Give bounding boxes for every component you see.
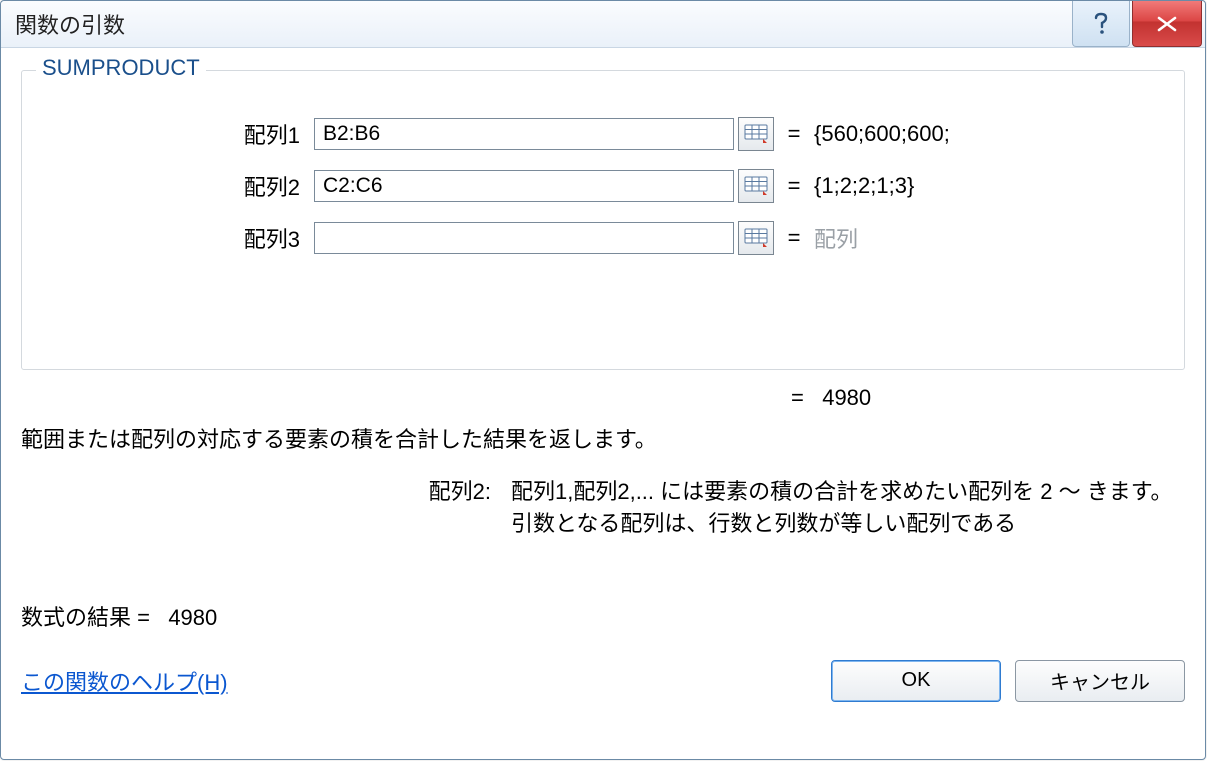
argument-row: 配列1 = {560;600;60 (50, 111, 1156, 157)
range-picker-icon (744, 176, 768, 196)
cancel-button[interactable]: キャンセル (1015, 660, 1185, 702)
titlebar-buttons (1072, 1, 1205, 47)
argument-preview: 配列 (814, 222, 858, 254)
argument-label: 配列3 (50, 222, 314, 254)
intermediate-result-value: 4980 (822, 385, 871, 410)
argument-input-wrap (314, 221, 774, 255)
argument-preview: {1;2;2;1;3} (814, 173, 914, 199)
formula-result: 数式の結果 = 4980 (21, 600, 1185, 632)
argument-preview: {560;600;600; (814, 121, 950, 147)
argument-input-2[interactable] (314, 170, 734, 202)
argument-input-wrap (314, 169, 774, 203)
function-help-link[interactable]: この関数のヘルプ(H) (21, 665, 228, 697)
close-button[interactable] (1132, 1, 1202, 47)
argument-row: 配列3 = 配列 (50, 215, 1156, 261)
argument-input-1[interactable] (314, 118, 734, 150)
equals-symbol: = (774, 121, 814, 147)
intermediate-result: = 4980 (21, 385, 871, 411)
argument-input-3[interactable] (314, 222, 734, 254)
arguments-groupbox: SUMPRODUCT 配列1 (21, 70, 1185, 370)
range-picker-button[interactable] (738, 221, 774, 255)
help-icon (1091, 12, 1111, 36)
argument-help: 配列2: 配列1,配列2,... には要素の積の合計を求めたい配列を 2 〜 き… (21, 476, 1185, 540)
argument-input-wrap (314, 117, 774, 151)
formula-result-label: 数式の結果 = (21, 605, 150, 630)
range-picker-button[interactable] (738, 117, 774, 151)
argument-row: 配列2 = {1;2;2;1;3} (50, 163, 1156, 209)
function-description: 範囲または配列の対応する要素の積を合計した結果を返します。 (21, 422, 1185, 454)
function-name-legend: SUMPRODUCT (36, 55, 206, 81)
titlebar: 関数の引数 (1, 1, 1205, 48)
dialog-content: SUMPRODUCT 配列1 (1, 48, 1205, 759)
formula-result-value: 4980 (168, 605, 217, 630)
function-arguments-dialog: 関数の引数 SUMPRODUCT 配列1 (0, 0, 1206, 760)
argument-help-text: 配列1,配列2,... には要素の積の合計を求めたい配列を 2 〜 きます。引数… (511, 476, 1185, 540)
argument-help-label: 配列2: (21, 476, 511, 540)
range-picker-button[interactable] (738, 169, 774, 203)
dialog-bottom-row: この関数のヘルプ(H) OK キャンセル (21, 660, 1185, 702)
help-button[interactable] (1072, 1, 1130, 47)
equals-symbol: = (791, 385, 804, 410)
equals-symbol: = (774, 225, 814, 251)
ok-button[interactable]: OK (831, 660, 1001, 702)
dialog-title: 関数の引数 (15, 8, 1072, 40)
close-icon (1156, 16, 1178, 32)
argument-label: 配列2 (50, 170, 314, 202)
range-picker-icon (744, 124, 768, 144)
range-picker-icon (744, 228, 768, 248)
equals-symbol: = (774, 173, 814, 199)
intermediate-result-row: = 4980 (21, 378, 1185, 418)
argument-label: 配列1 (50, 118, 314, 150)
